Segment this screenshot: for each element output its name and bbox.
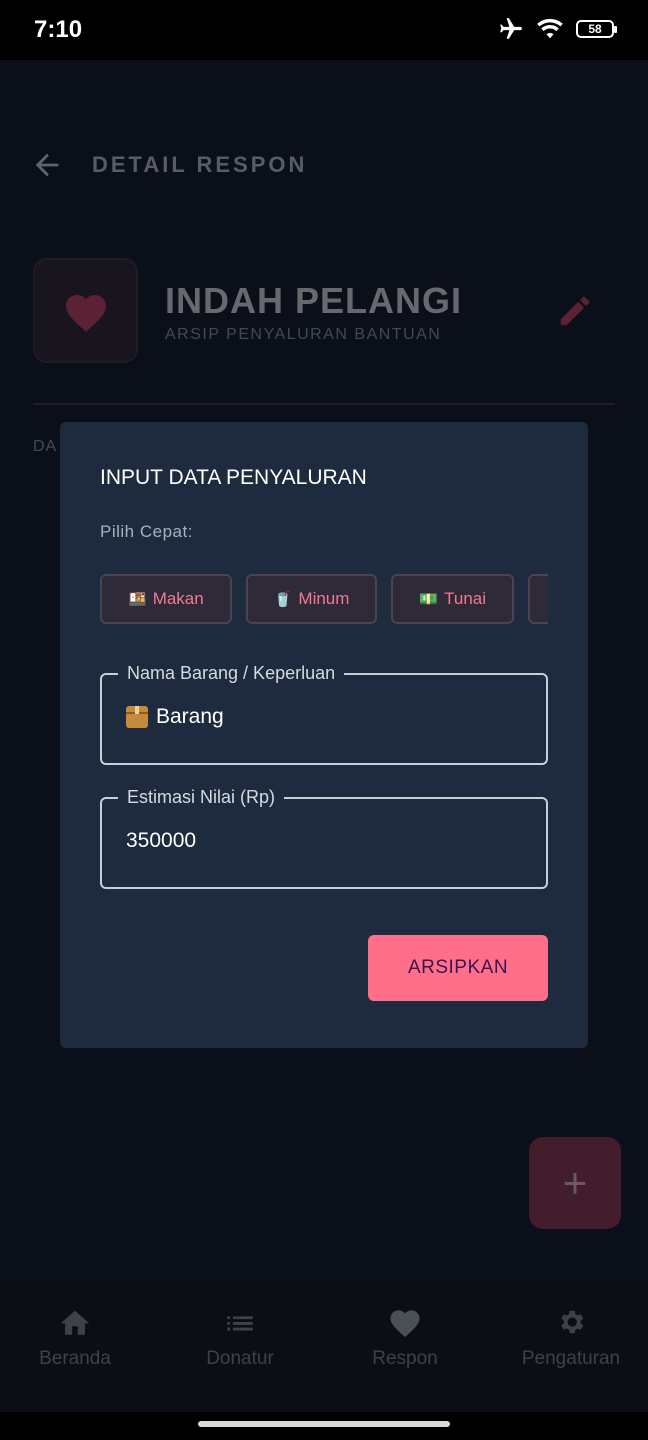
- chip-makan[interactable]: 🍱 Makan: [100, 574, 232, 624]
- battery-icon: 58: [576, 20, 617, 38]
- nav-label: Donatur: [206, 1348, 274, 1369]
- nav-label: Pengaturan: [521, 1348, 621, 1369]
- wifi-icon: [537, 18, 563, 39]
- divider: [33, 403, 615, 405]
- estimated-value-text[interactable]: 350000: [126, 829, 196, 853]
- status-icons: 58: [498, 16, 617, 42]
- nav-item-beranda[interactable]: Beranda: [0, 1306, 156, 1370]
- item-name-value[interactable]: Barang: [126, 705, 224, 729]
- section-label: DA: [33, 438, 58, 455]
- list-icon: [227, 1316, 253, 1331]
- quick-pick-chips[interactable]: 🍱 Makan 🥤 Minum 💵 Tunai: [100, 574, 548, 628]
- nav-item-respon[interactable]: Respon: [324, 1306, 486, 1370]
- add-fab-button[interactable]: +: [529, 1137, 621, 1229]
- plus-icon: +: [562, 1159, 588, 1206]
- edit-icon[interactable]: [556, 292, 594, 330]
- archive-button[interactable]: ARSIPKAN: [368, 935, 548, 1001]
- chip-label: Tunai: [444, 589, 487, 608]
- gear-icon: [561, 1310, 584, 1334]
- nav-item-pengaturan[interactable]: Pengaturan: [490, 1306, 648, 1370]
- estimated-value-field[interactable]: Estimasi Nilai (Rp) 350000: [100, 787, 548, 889]
- airplane-icon: [500, 18, 522, 39]
- item-name-field[interactable]: Nama Barang / Keperluan Barang: [100, 663, 548, 765]
- field-label: Nama Barang / Keperluan: [118, 663, 345, 684]
- dialog-title: INPUT DATA PENYALURAN: [100, 466, 367, 489]
- chip-partial[interactable]: [528, 574, 548, 624]
- nav-label: Beranda: [39, 1348, 111, 1369]
- quick-pick-label: Pilih Cepat:: [100, 522, 193, 541]
- chip-label: Makan: [152, 589, 204, 608]
- profile-name: INDAH PELANGI: [165, 280, 463, 321]
- status-time: 7:10: [34, 16, 83, 43]
- input-dialog: INPUT DATA PENYALURAN Pilih Cepat: 🍱 Mak…: [60, 422, 588, 1048]
- field-label: Estimasi Nilai (Rp): [118, 787, 285, 808]
- money-icon: 💵: [419, 591, 439, 608]
- bottom-nav: Beranda Donatur Respon Pengaturan: [0, 1282, 648, 1412]
- chip-minum[interactable]: 🥤 Minum: [245, 574, 378, 624]
- profile-subtitle: ARSIP PENYALURAN BANTUAN: [165, 326, 442, 343]
- heart-icon: [390, 1310, 420, 1338]
- chip-tunai[interactable]: 💵 Tunai: [391, 574, 515, 624]
- back-arrow-icon[interactable]: [30, 148, 64, 182]
- item-name-text: Barang: [156, 705, 224, 728]
- avatar: [33, 258, 138, 363]
- gesture-bar[interactable]: [198, 1421, 450, 1427]
- package-icon: [126, 706, 148, 728]
- nav-label: Respon: [372, 1348, 438, 1369]
- home-icon: [60, 1310, 90, 1335]
- heart-icon: [65, 294, 106, 332]
- page-title: DETAIL RESPON: [92, 152, 308, 177]
- bento-icon: 🍱: [128, 591, 147, 608]
- nav-item-donatur[interactable]: Donatur: [159, 1306, 321, 1370]
- cup-icon: 🥤: [273, 591, 293, 608]
- chip-label: Minum: [298, 589, 350, 608]
